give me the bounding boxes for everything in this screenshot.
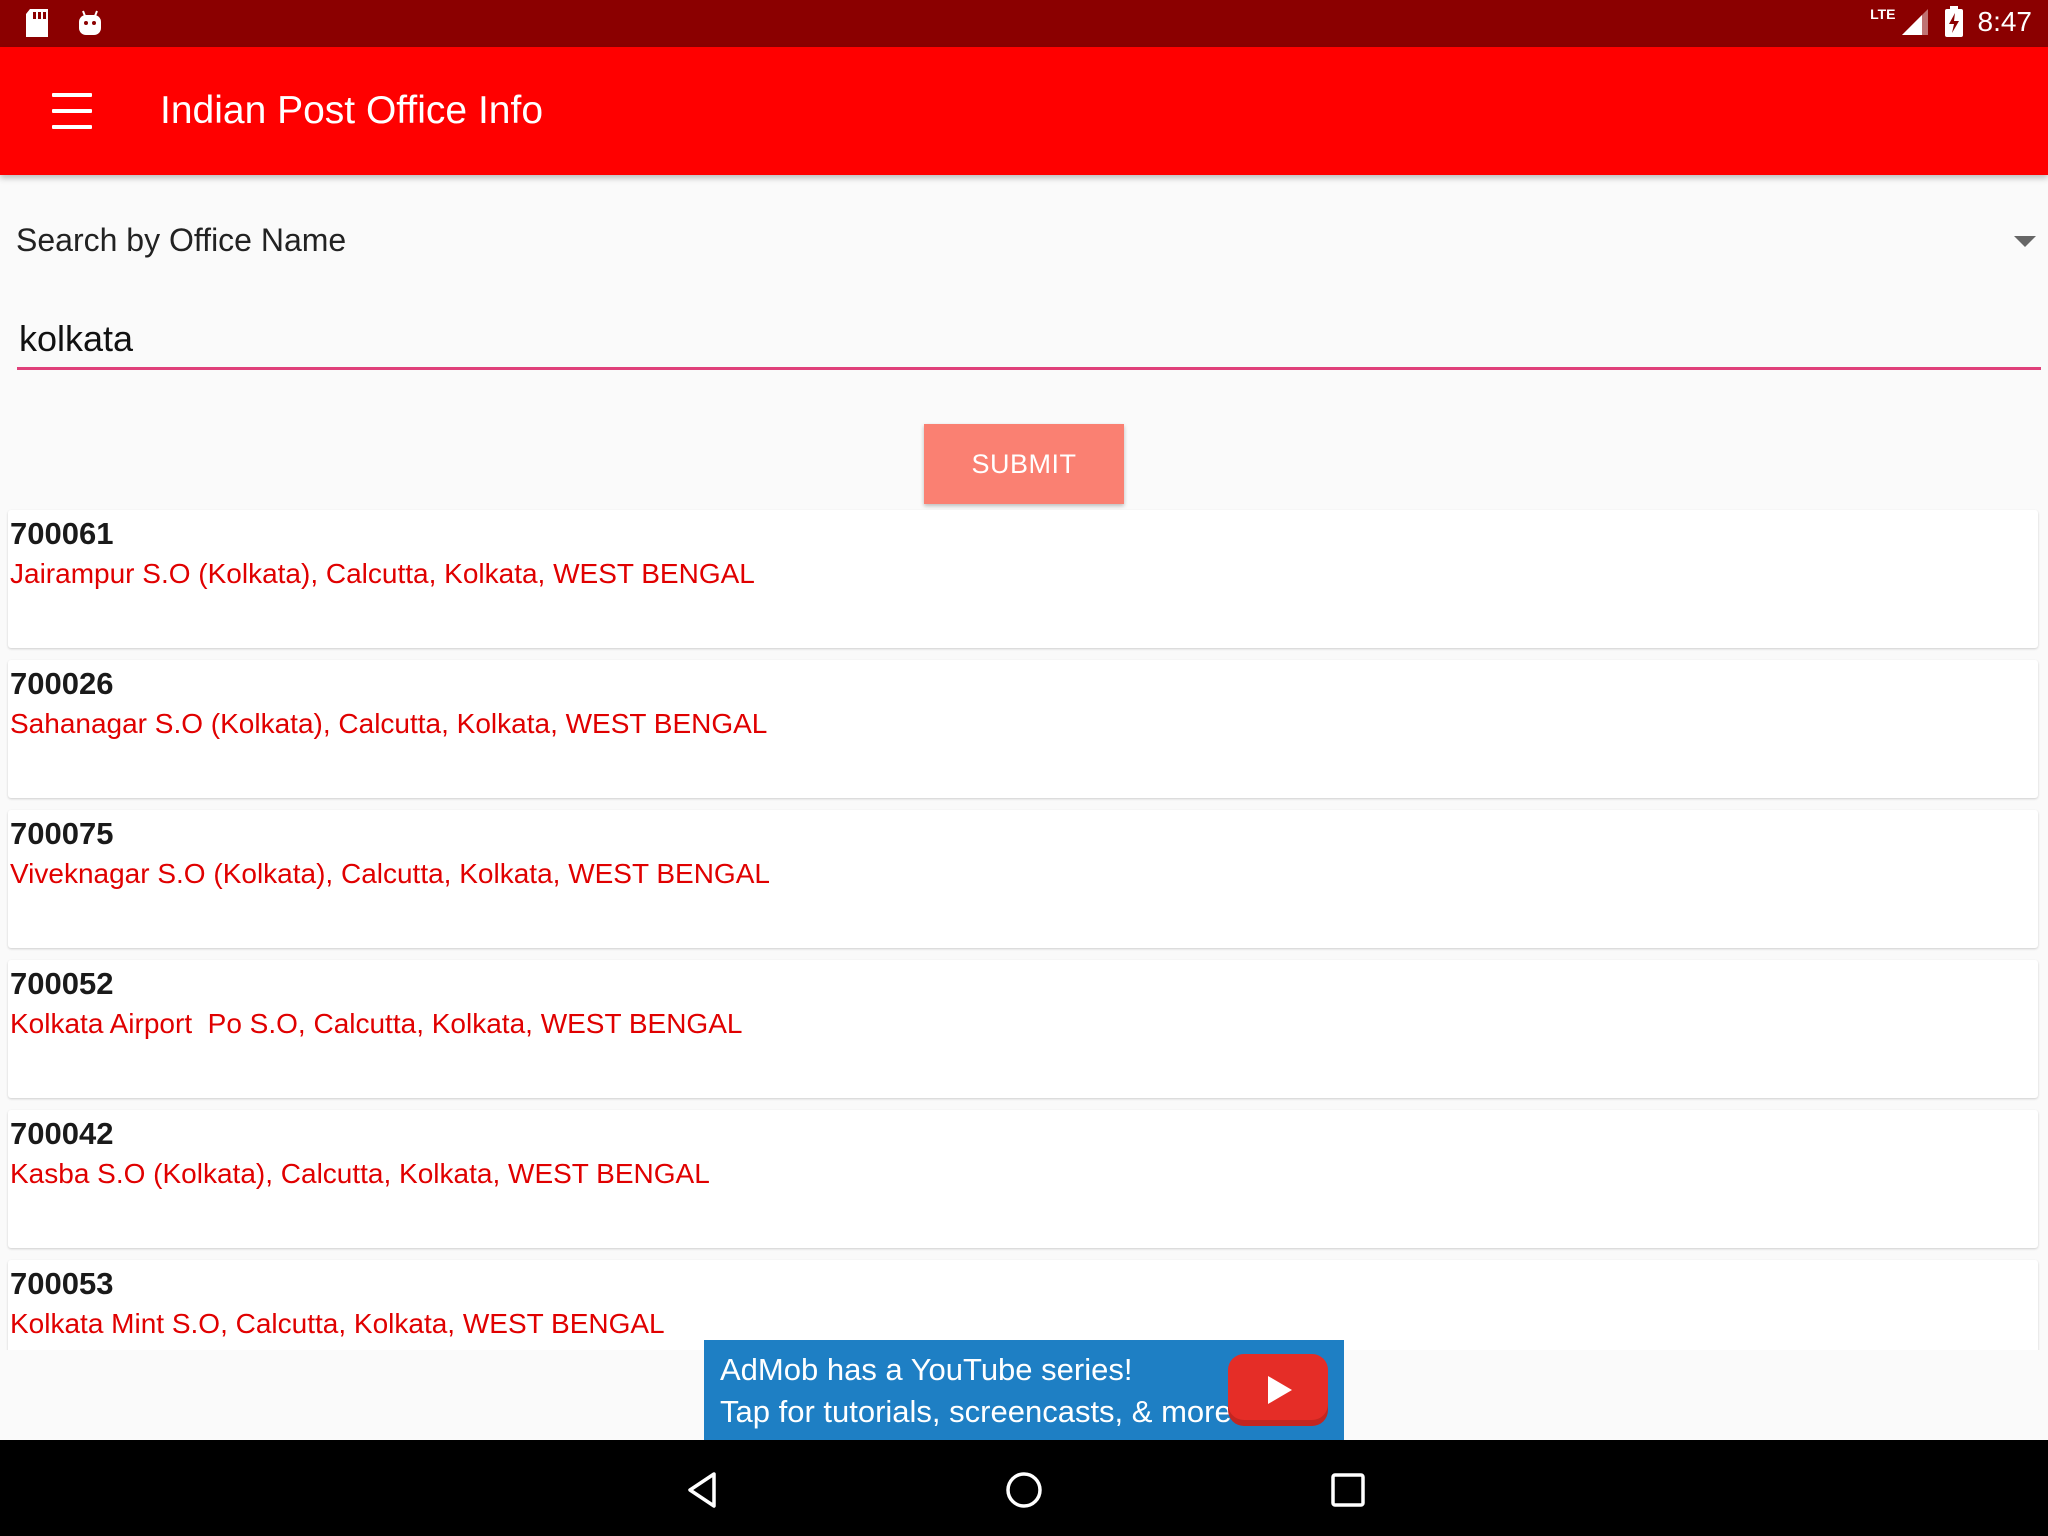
result-address: Kolkata Airport Po S.O, Calcutta, Kolkat…: [10, 1008, 743, 1039]
home-icon[interactable]: [1002, 1468, 1046, 1512]
result-pincode: 700075: [10, 816, 114, 851]
result-address: Kasba S.O (Kolkata), Calcutta, Kolkata, …: [10, 1158, 710, 1189]
result-card[interactable]: 700075 Viveknagar S.O (Kolkata), Calcutt…: [8, 810, 2038, 948]
result-address: Viveknagar S.O (Kolkata), Calcutta, Kolk…: [10, 858, 770, 889]
results-viewport: 700061 Jairampur S.O (Kolkata), Calcutta…: [0, 0, 2048, 1350]
result-address: Kolkata Mint S.O, Calcutta, Kolkata, WES…: [10, 1308, 665, 1339]
result-pincode: 700061: [10, 516, 114, 551]
result-card[interactable]: 700042 Kasba S.O (Kolkata), Calcutta, Ko…: [8, 1110, 2038, 1248]
results-list[interactable]: 700061 Jairampur S.O (Kolkata), Calcutta…: [8, 510, 2038, 1350]
result-card[interactable]: 700053 Kolkata Mint S.O, Calcutta, Kolka…: [8, 1260, 2038, 1350]
recents-icon[interactable]: [1326, 1468, 1370, 1512]
result-address: Sahanagar S.O (Kolkata), Calcutta, Kolka…: [10, 708, 768, 739]
result-pincode: 700026: [10, 666, 114, 701]
result-card[interactable]: 700061 Jairampur S.O (Kolkata), Calcutta…: [8, 510, 2038, 648]
result-address: Jairampur S.O (Kolkata), Calcutta, Kolka…: [10, 558, 755, 589]
result-card[interactable]: 700052 Kolkata Airport Po S.O, Calcutta,…: [8, 960, 2038, 1098]
ad-line-1: AdMob has a YouTube series!: [720, 1352, 1133, 1387]
result-pincode: 700042: [10, 1116, 114, 1151]
system-nav-bar: [0, 1440, 2048, 1536]
ad-line-2: Tap for tutorials, screencasts, & more.: [720, 1394, 1241, 1429]
result-card[interactable]: 700026 Sahanagar S.O (Kolkata), Calcutta…: [8, 660, 2038, 798]
youtube-play-icon: [1228, 1354, 1328, 1426]
result-pincode: 700053: [10, 1266, 114, 1301]
ad-banner[interactable]: AdMob has a YouTube series! Tap for tuto…: [704, 1340, 1344, 1440]
back-icon[interactable]: [680, 1468, 724, 1512]
result-pincode: 700052: [10, 966, 114, 1001]
